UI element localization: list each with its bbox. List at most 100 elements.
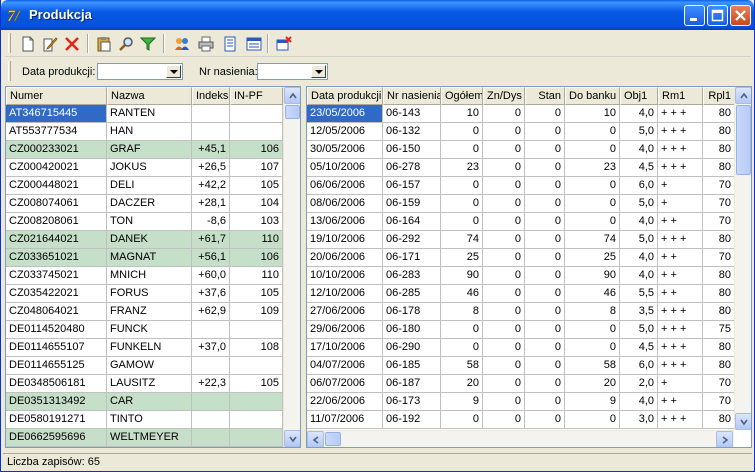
cell-in-pf[interactable]: 107 (230, 159, 283, 177)
cell-nazwa[interactable]: FRANZ (107, 303, 192, 321)
cell-rm1[interactable]: + (658, 375, 703, 393)
cell-rpl1[interactable]: 70 (703, 375, 735, 393)
cell-zn-dys[interactable]: 0 (483, 411, 525, 429)
cell-nr-nasienia[interactable]: 06-290 (383, 339, 441, 357)
cell-do-banku[interactable]: 0 (565, 213, 620, 231)
cell-in-pf[interactable] (230, 357, 283, 375)
table-row[interactable]: DE0348506181 LAUSITZ +22,3 105 (6, 375, 283, 393)
cell-nazwa[interactable]: MAGNAT (107, 249, 192, 267)
cell-obj1[interactable]: 4,0 (620, 141, 658, 159)
table-row[interactable]: DE0351313492 CAR (6, 393, 283, 411)
cell-rm1[interactable]: + + (658, 213, 703, 231)
cell-zn-dys[interactable]: 0 (483, 105, 525, 123)
table-row[interactable]: 08/06/2006 06-159 0 0 0 0 5,0 +70 (307, 195, 735, 213)
cell-rm1[interactable]: + + + (658, 105, 703, 123)
cell-nr-nasienia[interactable]: 06-132 (383, 123, 441, 141)
cell-numer[interactable]: AT346715445 (6, 105, 107, 123)
scroll-left-button[interactable] (307, 431, 324, 447)
cell-rpl1[interactable]: 80 (703, 339, 735, 357)
cell-nr-nasienia[interactable]: 06-285 (383, 285, 441, 303)
table-row[interactable]: 19/10/2006 06-292 74 0 0 74 5,0 + + +80 (307, 231, 735, 249)
maximize-button[interactable] (707, 5, 728, 26)
cell-ogolem[interactable]: 0 (441, 195, 483, 213)
cell-nazwa[interactable]: FORUS (107, 285, 192, 303)
cell-nr-nasienia[interactable]: 06-180 (383, 321, 441, 339)
cell-stan[interactable]: 0 (525, 159, 565, 177)
cell-rpl1[interactable]: 70 (703, 213, 735, 231)
table-row[interactable]: DE0662595696 WELTMEYER (6, 429, 283, 447)
cell-zn-dys[interactable]: 0 (483, 213, 525, 231)
cell-rpl1[interactable]: 80 (703, 141, 735, 159)
cell-obj1[interactable]: 6,0 (620, 177, 658, 195)
table-row[interactable]: 13/06/2006 06-164 0 0 0 0 4,0 + +70 (307, 213, 735, 231)
table-row[interactable]: DE0114520480 FUNCK (6, 321, 283, 339)
cell-nr-nasienia[interactable]: 06-171 (383, 249, 441, 267)
cell-numer[interactable]: DE0348506181 (6, 375, 107, 393)
cell-rpl1[interactable]: 80 (703, 285, 735, 303)
table-row[interactable]: 06/06/2006 06-157 0 0 0 0 6,0 +70 (307, 177, 735, 195)
cell-in-pf[interactable]: 106 (230, 249, 283, 267)
cell-in-pf[interactable] (230, 321, 283, 339)
cell-ogolem[interactable]: 0 (441, 213, 483, 231)
cell-stan[interactable]: 0 (525, 267, 565, 285)
cell-rm1[interactable]: + + (658, 267, 703, 285)
table-row[interactable]: DE0114655107 FUNKELN +37,0 108 (6, 339, 283, 357)
cell-do-banku[interactable]: 74 (565, 231, 620, 249)
cell-in-pf[interactable] (230, 411, 283, 429)
cell-obj1[interactable]: 4,0 (620, 267, 658, 285)
cell-data-produkcji[interactable]: 20/06/2006 (307, 249, 383, 267)
cell-ogolem[interactable]: 46 (441, 285, 483, 303)
cell-zn-dys[interactable]: 0 (483, 393, 525, 411)
cell-data-produkcji[interactable]: 04/07/2006 (307, 357, 383, 375)
cell-indeks[interactable]: -8,6 (192, 213, 230, 231)
cell-indeks[interactable] (192, 393, 230, 411)
minimize-button[interactable] (684, 5, 705, 26)
cell-nr-nasienia[interactable]: 06-187 (383, 375, 441, 393)
cell-data-produkcji[interactable]: 06/06/2006 (307, 177, 383, 195)
chevron-down-icon[interactable] (311, 65, 326, 78)
cell-nr-nasienia[interactable]: 06-164 (383, 213, 441, 231)
cell-ogolem[interactable]: 0 (441, 141, 483, 159)
cell-nr-nasienia[interactable]: 06-150 (383, 141, 441, 159)
cell-obj1[interactable]: 5,0 (620, 231, 658, 249)
cell-stan[interactable]: 0 (525, 231, 565, 249)
cell-rpl1[interactable]: 80 (703, 231, 735, 249)
cell-nazwa[interactable]: GAMOW (107, 357, 192, 375)
title-bar[interactable]: 7/ Produkcja (1, 0, 754, 30)
table-row[interactable]: 20/06/2006 06-171 25 0 0 25 4,0 + +70 (307, 249, 735, 267)
cell-zn-dys[interactable]: 0 (483, 123, 525, 141)
table-row[interactable]: CZ048064021 FRANZ +62,9 109 (6, 303, 283, 321)
table-row[interactable]: DE0114655125 GAMOW (6, 357, 283, 375)
cell-data-produkcji[interactable]: 12/05/2006 (307, 123, 383, 141)
cell-numer[interactable]: CZ000233021 (6, 141, 107, 159)
table-row[interactable]: 30/05/2006 06-150 0 0 0 0 4,0 + + +80 (307, 141, 735, 159)
cell-indeks[interactable]: +37,0 (192, 339, 230, 357)
cell-do-banku[interactable]: 0 (565, 177, 620, 195)
column-header-data-produkcji[interactable]: Data produkcji (307, 87, 383, 105)
cell-do-banku[interactable]: 0 (565, 321, 620, 339)
column-header-ogolem[interactable]: Ogółem (441, 87, 483, 105)
cell-in-pf[interactable]: 110 (230, 267, 283, 285)
cell-rpl1[interactable]: 70 (703, 177, 735, 195)
breeders-table[interactable]: Numer Nazwa Indeks IN-PF AT346715445 RANT… (5, 86, 301, 448)
cell-zn-dys[interactable]: 0 (483, 357, 525, 375)
cell-indeks[interactable]: +45,1 (192, 141, 230, 159)
column-header-rpl1[interactable]: Rpl1 (703, 87, 735, 105)
cell-in-pf[interactable] (230, 123, 283, 141)
cell-in-pf[interactable]: 108 (230, 339, 283, 357)
cell-in-pf[interactable]: 103 (230, 213, 283, 231)
cell-in-pf[interactable]: 105 (230, 285, 283, 303)
cell-obj1[interactable]: 3,0 (620, 411, 658, 429)
cell-ogolem[interactable]: 74 (441, 231, 483, 249)
table-row[interactable]: CZ035422021 FORUS +37,6 105 (6, 285, 283, 303)
toolbar-grip[interactable] (8, 33, 11, 53)
filterbar-grip[interactable] (8, 61, 11, 81)
cell-indeks[interactable] (192, 123, 230, 141)
filter-button[interactable] (137, 33, 159, 55)
cell-ogolem[interactable]: 90 (441, 267, 483, 285)
table-row[interactable]: 04/07/2006 06-185 58 0 0 58 6,0 + + +80 (307, 357, 735, 375)
cell-in-pf[interactable]: 105 (230, 375, 283, 393)
cell-ogolem[interactable]: 8 (441, 303, 483, 321)
cell-numer[interactable]: CZ008208061 (6, 213, 107, 231)
cell-stan[interactable]: 0 (525, 177, 565, 195)
